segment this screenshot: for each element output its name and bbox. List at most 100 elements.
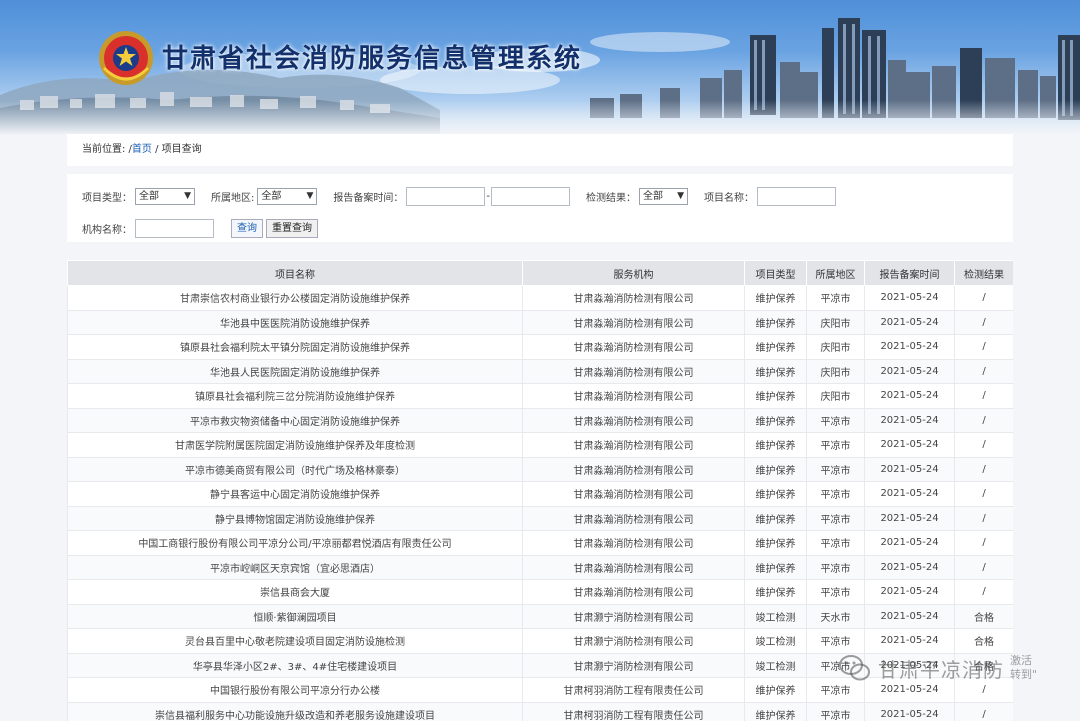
table-row[interactable]: 平凉市德美商贸有限公司（时代广场及格林豪泰） 甘肃淼瀚消防检测有限公司 维护保养 平凉… [67,456,1013,482]
project-name-cell: 中国银行股份有限公司平凉分行办公楼 [67,677,523,703]
project-type-select[interactable]: 全部 ▼ [135,187,195,205]
report-date-cell: 2021-05-24 [864,677,955,703]
table-row[interactable]: 恒顺·紫御澜园项目 甘肃灏宁消防检测有限公司 竣工检测 天水市 2021-05-24 合格 [67,603,1013,629]
table-row[interactable]: 平凉市救灾物资储备中心固定消防设施维护保养 甘肃淼瀚消防检测有限公司 维护保养 平凉市… [67,407,1013,433]
region-cell: 平凉市 [806,481,865,507]
result-cell: / [954,285,1013,311]
project-name-label: 项目名称： [703,192,754,204]
service-org-cell: 甘肃淼瀚消防检测有限公司 [522,383,745,409]
project-type-cell: 竣工检测 [744,628,807,654]
table-row[interactable]: 静宁县客运中心固定消防设施维护保养 甘肃淼瀚消防检测有限公司 维护保养 平凉市 2021… [67,481,1013,507]
project-name-cell: 华亭县华泽小区2#、3#、4#住宅楼建设项目 [67,652,523,678]
project-name-cell: 灵台县百里中心敬老院建设项目固定消防设施检测 [67,628,523,654]
table-row[interactable]: 中国工商银行股份有限公司平凉分公司/平凉丽都君悦酒店有限责任公司 甘肃淼瀚消防检测… [67,530,1013,556]
result-cell: / [954,309,1013,335]
column-header: 报告备案时间 [864,260,955,286]
report-date-cell: 2021-05-24 [864,456,955,482]
region-value: 全部 [261,190,282,202]
project-name-cell: 中国工商银行股份有限公司平凉分公司/平凉丽都君悦酒店有限责任公司 [67,530,523,556]
report-date-cell: 2021-05-24 [864,334,955,360]
service-org-cell: 甘肃柯羽消防工程有限责任公司 [522,677,745,703]
table-row[interactable]: 华池县中医医院消防设施维护保养 甘肃淼瀚消防检测有限公司 维护保养 庆阳市 2021-0… [67,309,1013,335]
filter-row-1: 项目类型： 全部 ▼ 所属地区: 全部 ▼ 报告备案时间： - 检测结果： 全部… [82,186,836,206]
project-type-cell: 维护保养 [744,456,807,482]
project-type-cell: 维护保养 [744,530,807,556]
project-name-cell: 静宁县博物馆固定消防设施维护保养 [67,505,523,531]
region-select[interactable]: 全部 ▼ [257,187,318,205]
project-name-cell: 华池县中医医院消防设施维护保养 [67,309,523,335]
result-select[interactable]: 全部 ▼ [638,187,688,205]
table-row[interactable]: 静宁县博物馆固定消防设施维护保养 甘肃淼瀚消防检测有限公司 维护保养 平凉市 2021-… [67,505,1013,531]
table-row[interactable]: 平凉市崆峒区天京宾馆（宜必思酒店） 甘肃淼瀚消防检测有限公司 维护保养 平凉市 2021… [67,554,1013,580]
result-cell: 合格 [954,603,1013,629]
region-cell: 平凉市 [806,407,865,433]
region-cell: 平凉市 [806,579,865,605]
result-cell: / [954,677,1013,703]
breadcrumb-home-link[interactable]: 首页 [132,144,152,155]
project-type-value: 全部 [139,190,159,202]
report-date-cell: 2021-05-24 [864,481,955,507]
table-row[interactable]: 甘肃医学院附属医院固定消防设施维护保养及年度检测 甘肃淼瀚消防检测有限公司 维护保养… [67,432,1013,458]
report-date-cell: 2021-05-24 [864,505,955,531]
column-header: 项目类型 [744,260,807,286]
project-type-cell: 维护保养 [744,579,807,605]
table-row[interactable]: 崇信县商会大厦 甘肃淼瀚消防检测有限公司 维护保养 平凉市 2021-05-24/ [67,579,1013,605]
report-start-date-input[interactable] [406,186,486,206]
table-row[interactable]: 甘肃崇信农村商业银行办公楼固定消防设施维护保养 甘肃淼瀚消防检测有限公司 维护保养平… [67,285,1013,311]
service-org-cell: 甘肃淼瀚消防检测有限公司 [522,505,745,531]
result-cell: / [954,432,1013,458]
region-label: 所属地区: [211,192,255,204]
table-row[interactable]: 灵台县百里中心敬老院建设项目固定消防设施检测 甘肃灏宁消防检测有限公司 竣工检测 平凉… [67,628,1013,654]
project-name-cell: 平凉市救灾物资储备中心固定消防设施维护保养 [67,407,523,433]
result-cell: / [954,407,1013,433]
region-cell: 平凉市 [806,701,865,721]
region-cell: 庆阳市 [806,358,865,384]
chevron-down-icon: ▼ [677,190,684,201]
table-body: 甘肃崇信农村商业银行办公楼固定消防设施维护保养 甘肃淼瀚消防检测有限公司 维护保养平… [67,285,1013,721]
breadcrumb-prefix: 当前位置: / [82,144,132,155]
table-row[interactable]: 中国银行股份有限公司平凉分行办公楼 甘肃柯羽消防工程有限责任公司 维护保养 平凉市 20… [67,677,1013,703]
project-name-cell: 平凉市德美商贸有限公司（时代广场及格林豪泰） [67,456,523,482]
watermark-side-line1: 激活 [1010,654,1032,667]
region-cell: 平凉市 [806,652,865,678]
org-name-label: 机构名称： [82,224,132,236]
results-table-container: 项目名称 服务机构 项目类型 所属地区 报告备案时间 检测结果 甘肃崇信农村商业… [67,260,1013,721]
service-org-cell: 甘肃淼瀚消防检测有限公司 [522,407,745,433]
chevron-down-icon: ▼ [306,190,314,201]
result-value: 全部 [642,190,663,202]
region-cell: 平凉市 [806,530,865,556]
table-row[interactable]: 华亭县华泽小区2#、3#、4#住宅楼建设项目 甘肃灏宁消防检测有限公司 竣工检测 平凉… [67,652,1013,678]
org-name-input[interactable] [135,218,214,238]
site-title: 甘肃省社会消防服务信息管理系统 [162,44,583,74]
report-date-cell: 2021-05-24 [864,530,955,556]
project-type-cell: 维护保养 [744,677,807,703]
result-cell: / [954,701,1013,721]
column-header: 检测结果 [954,260,1013,286]
search-button[interactable]: 查询 [231,218,263,238]
project-name-input[interactable] [756,186,836,206]
project-type-label: 项目类型： [82,192,132,204]
project-type-cell: 维护保养 [744,358,807,384]
result-cell: / [954,505,1013,531]
table-header-row: 项目名称 服务机构 项目类型 所属地区 报告备案时间 检测结果 [67,260,1013,286]
result-cell: / [954,334,1013,360]
result-cell: / [954,554,1013,580]
table-row[interactable]: 华池县人民医院固定消防设施维护保养 甘肃淼瀚消防检测有限公司 维护保养 庆阳市 2021… [67,358,1013,384]
project-type-cell: 维护保养 [744,554,807,580]
result-cell: 合格 [954,628,1013,654]
filter-panel: 项目类型： 全部 ▼ 所属地区: 全部 ▼ 报告备案时间： - 检测结果： 全部… [67,174,1013,242]
project-type-cell: 竣工检测 [744,603,807,629]
table-row[interactable]: 镇原县社会福利院太平镇分院固定消防设施维护保养 甘肃淼瀚消防检测有限公司 维护保养庆… [67,334,1013,360]
date-separator: - [486,190,490,202]
project-name-cell: 崇信县福利服务中心功能设施升级改造和养老服务设施建设项目 [67,701,523,721]
report-end-date-input[interactable] [490,186,570,206]
region-cell: 平凉市 [806,677,865,703]
region-cell: 庆阳市 [806,334,865,360]
table-row[interactable]: 崇信县福利服务中心功能设施升级改造和养老服务设施建设项目 甘肃柯羽消防工程有限责任… [67,701,1013,721]
project-type-cell: 维护保养 [744,481,807,507]
report-time-label: 报告备案时间： [333,192,404,204]
table-row[interactable]: 镇原县社会福利院三岔分院消防设施维护保养 甘肃淼瀚消防检测有限公司 维护保养 庆阳市 2… [67,383,1013,409]
project-type-cell: 维护保养 [744,505,807,531]
reset-button[interactable]: 重置查询 [266,218,318,238]
region-cell: 庆阳市 [806,309,865,335]
